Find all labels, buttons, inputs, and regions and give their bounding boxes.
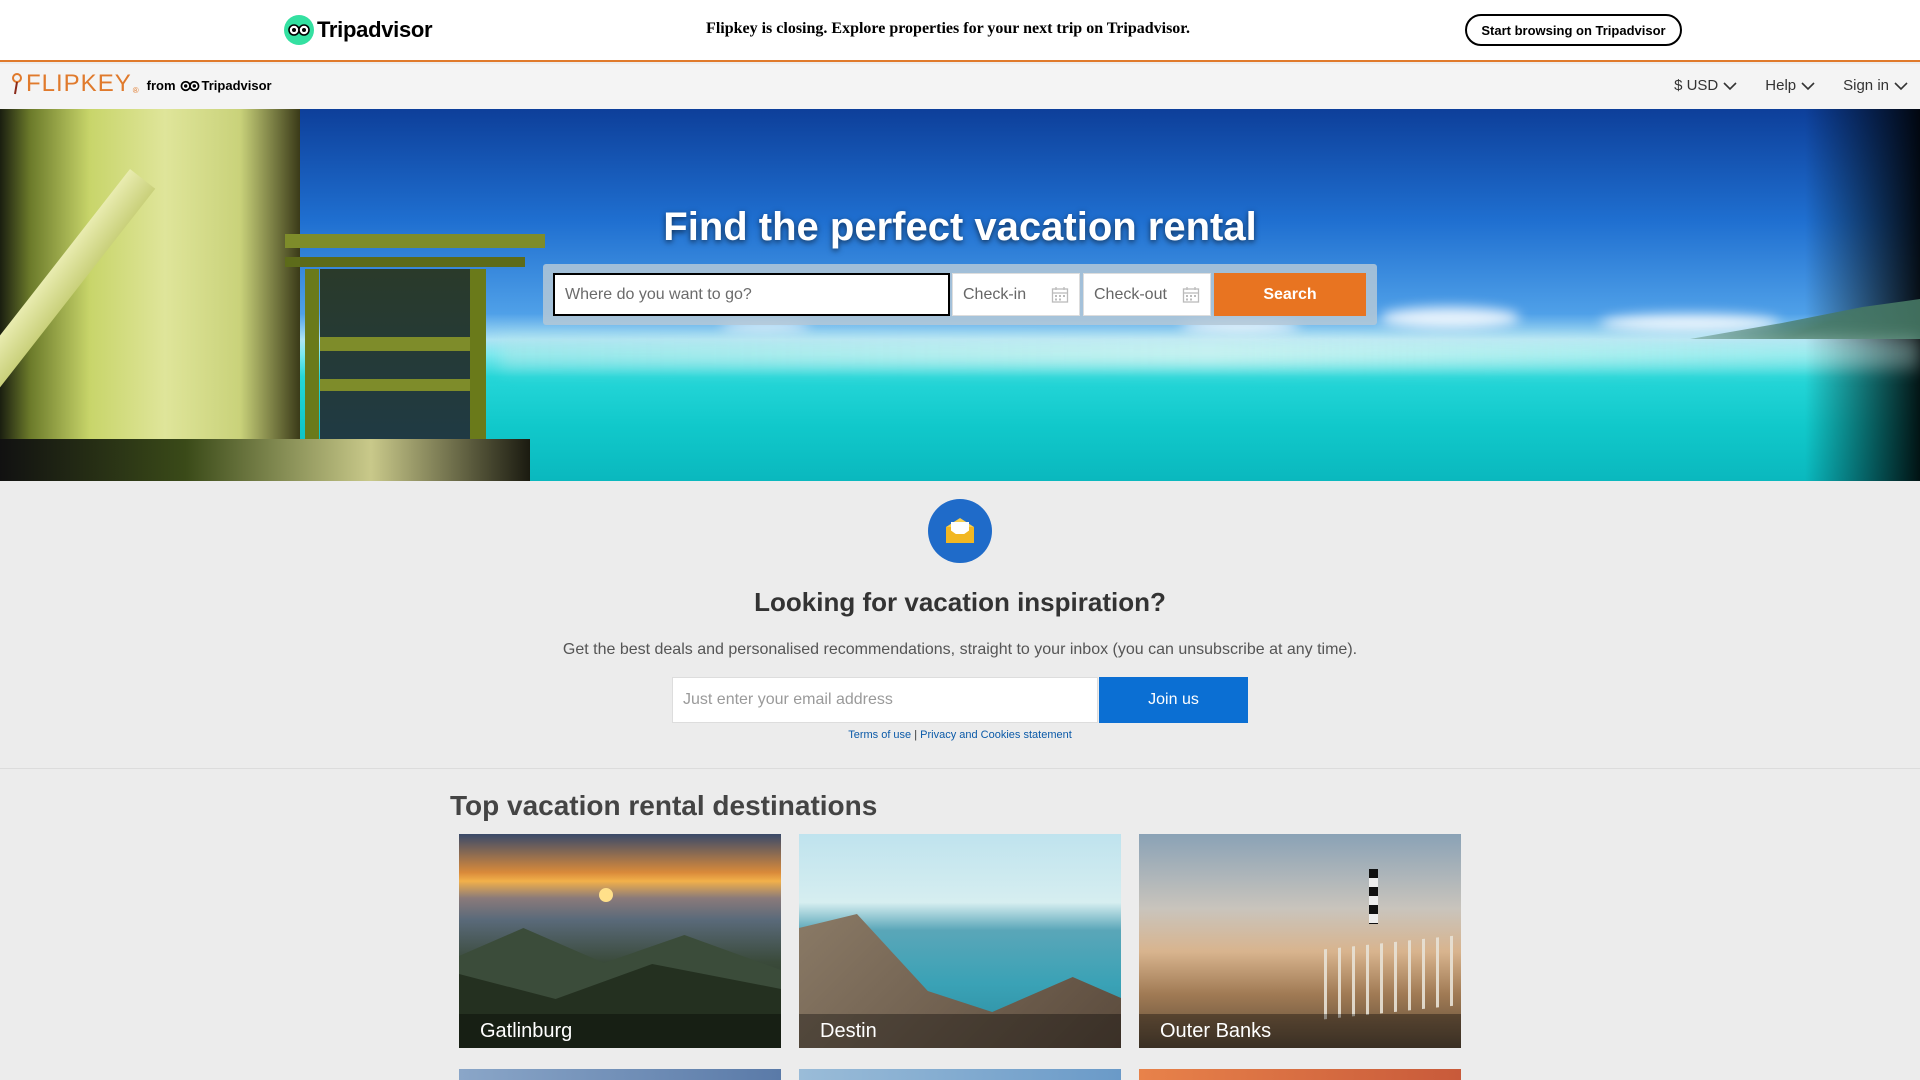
header-menu: $ USD Help Sign in — [1674, 77, 1908, 94]
newsletter-legal: Terms of use | Privacy and Cookies state… — [0, 729, 1920, 741]
start-browsing-button[interactable]: Start browsing on Tripadvisor — [1465, 14, 1682, 46]
sun-graphic — [599, 888, 613, 902]
check-in-field[interactable]: Check-in — [952, 273, 1080, 316]
destination-card-row2[interactable] — [799, 1069, 1121, 1080]
from-brand: Tripadvisor — [201, 78, 272, 93]
destination-name: Outer Banks — [1139, 1014, 1461, 1048]
hero-banner: Find the perfect vacation rental Check-i… — [0, 109, 1920, 481]
flipkey-wordmark: FLIPKEY — [26, 70, 132, 97]
hero-title: Find the perfect vacation rental — [663, 205, 1257, 249]
join-us-button[interactable]: Join us — [1099, 677, 1248, 723]
help-label: Help — [1765, 77, 1797, 94]
tripadvisor-owl-icon — [284, 15, 314, 45]
help-menu[interactable]: Help — [1765, 77, 1815, 94]
hero-shallows — [500, 339, 1920, 369]
destination-name: Gatlinburg — [459, 1014, 781, 1048]
chevron-down-icon — [1801, 81, 1815, 90]
sign-in-menu[interactable]: Sign in — [1843, 77, 1908, 94]
calendar-icon — [1051, 286, 1069, 303]
hero-cloud — [1380, 307, 1520, 329]
destinations-title: Top vacation rental destinations — [450, 790, 878, 821]
tripadvisor-owl-small-icon — [180, 80, 199, 92]
deck-rail — [320, 379, 470, 391]
destination-card-destin[interactable]: Destin — [799, 834, 1121, 1048]
destination-card-row2[interactable] — [459, 1069, 781, 1080]
check-out-label: Check-out — [1094, 285, 1167, 303]
deck-rail — [285, 257, 525, 267]
newsletter-subtitle: Get the best deals and personalised reco… — [562, 641, 1358, 658]
chevron-down-icon — [1894, 81, 1908, 90]
destination-name: Destin — [799, 1014, 1121, 1048]
tripadvisor-logo[interactable]: Tripadvisor — [284, 15, 433, 45]
registered-mark: ® — [132, 86, 139, 95]
from-tripadvisor: from Tripadvisor — [147, 77, 272, 95]
deck-rail — [320, 337, 470, 351]
newsletter-section: Looking for vacation inspiration? Get th… — [0, 481, 1920, 769]
sign-in-label: Sign in — [1843, 77, 1889, 94]
envelope-icon — [928, 499, 992, 563]
site-header: FLIPKEY ® from Tripadvisor $ USD Help Si… — [0, 64, 1920, 109]
check-in-label: Check-in — [963, 285, 1027, 303]
tripadvisor-banner: Tripadvisor Flipkey is closing. Explore … — [0, 0, 1920, 62]
deck-lower — [0, 439, 530, 481]
tripadvisor-logo-text: Tripadvisor — [317, 17, 433, 42]
terms-of-use-link[interactable]: Terms of use — [848, 729, 911, 741]
flipkey-logo[interactable]: FLIPKEY ® from Tripadvisor — [10, 70, 272, 97]
chevron-down-icon — [1723, 81, 1737, 90]
destination-card-outer-banks[interactable]: Outer Banks — [1139, 834, 1461, 1048]
legal-separator: | — [914, 729, 918, 741]
from-label: from — [146, 78, 176, 93]
calendar-icon — [1182, 286, 1200, 303]
currency-selector[interactable]: $ USD — [1674, 77, 1737, 94]
currency-label: $ USD — [1674, 77, 1719, 94]
destination-card-row2[interactable] — [1139, 1069, 1461, 1080]
email-input[interactable] — [672, 677, 1098, 723]
closing-message: Flipkey is closing. Explore properties f… — [706, 20, 1190, 37]
newsletter-title: Looking for vacation inspiration? — [754, 587, 1166, 617]
check-out-field[interactable]: Check-out — [1083, 273, 1211, 316]
lighthouse-graphic — [1369, 869, 1378, 924]
destination-card-gatlinburg[interactable]: Gatlinburg — [459, 834, 781, 1048]
search-bar: Check-in Check-out Search — [543, 264, 1377, 325]
search-button[interactable]: Search — [1214, 273, 1366, 316]
boardwalk-graphic — [1324, 934, 1461, 1020]
privacy-link[interactable]: Privacy and Cookies statement — [920, 729, 1072, 741]
destination-input[interactable] — [553, 273, 950, 316]
flipkey-key-icon — [10, 73, 24, 95]
